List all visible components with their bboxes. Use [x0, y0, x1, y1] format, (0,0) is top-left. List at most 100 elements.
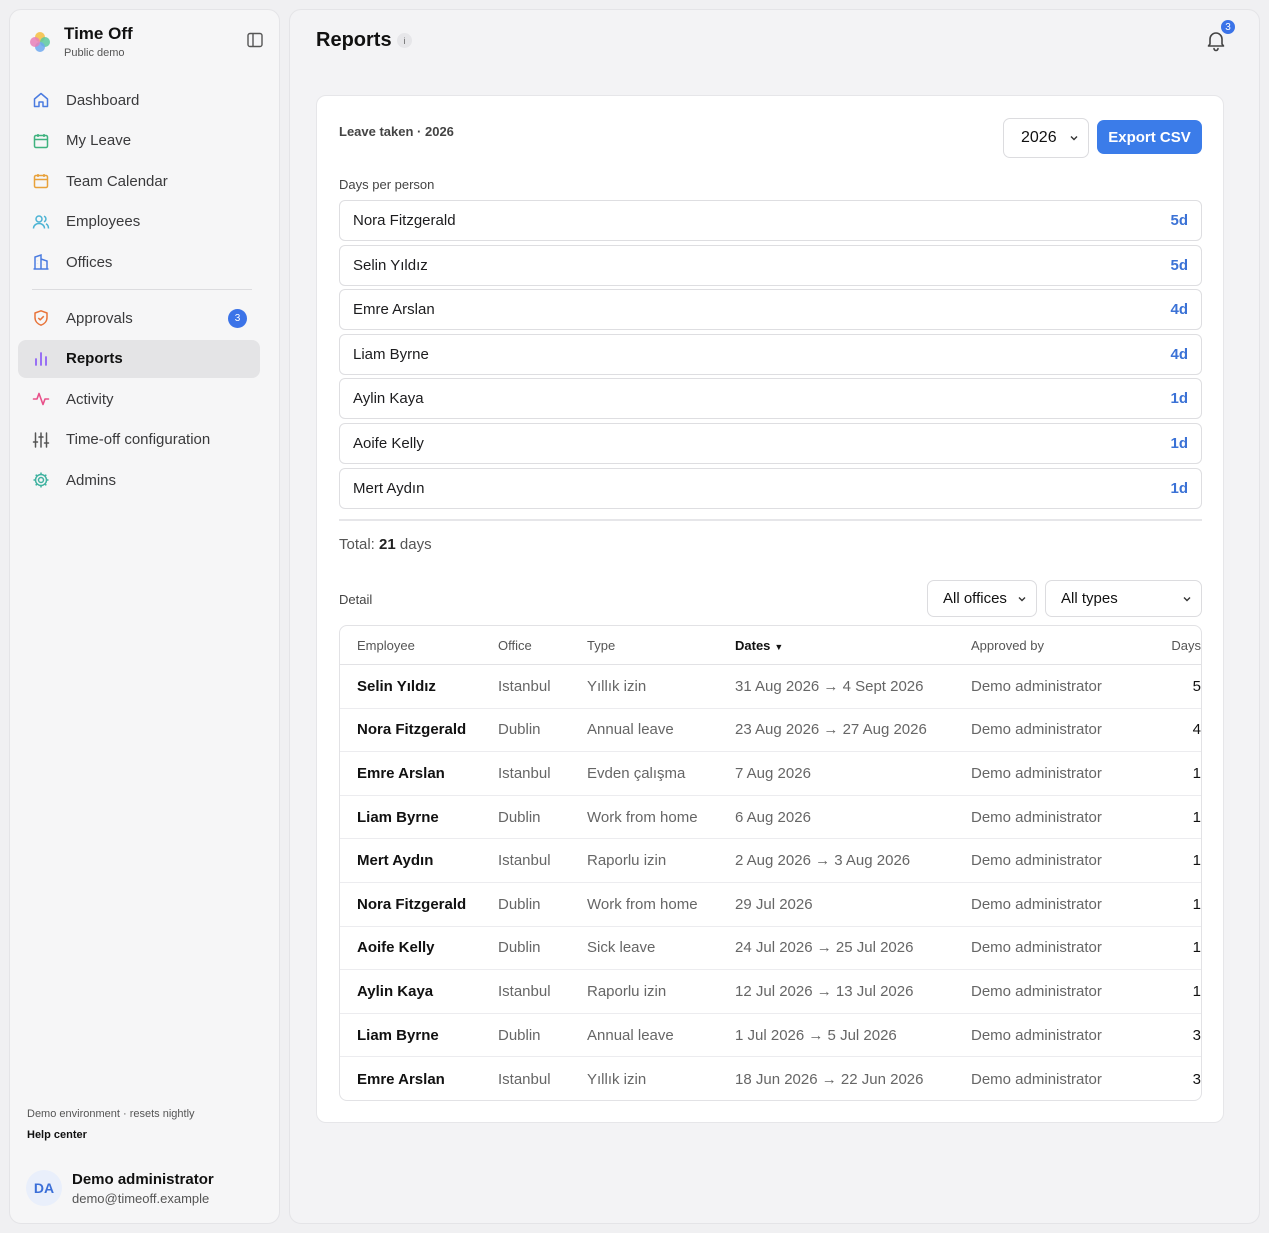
- col-dates-label: Dates: [735, 637, 771, 653]
- sidebar-item-admins[interactable]: Admins: [18, 461, 260, 499]
- sidebar-item-team-calendar[interactable]: Team Calendar: [18, 162, 260, 200]
- table-row[interactable]: Liam Byrne Dublin Work from home 6 Aug 2…: [340, 796, 1201, 840]
- table-row[interactable]: Nora Fitzgerald Dublin Work from home 29…: [340, 883, 1201, 927]
- detail-label: Detail: [339, 592, 373, 607]
- cell-dates: 29 Jul 2026: [735, 895, 813, 913]
- cell-type: Raporlu izin: [587, 982, 667, 1000]
- person-name: Nora Fitzgerald: [353, 212, 456, 229]
- user-profile[interactable]: DA Demo administrator demo@timeoff.examp…: [26, 1170, 214, 1206]
- person-name: Liam Byrne: [353, 345, 429, 363]
- cell-approved-by: Demo administrator: [971, 852, 1102, 870]
- user-name: Demo administrator: [72, 1170, 214, 1188]
- cell-employee: Nora Fitzgerald: [357, 721, 467, 739]
- sidebar-item-employees[interactable]: Employees: [18, 203, 260, 241]
- sidebar-item-label: Offices: [66, 253, 113, 271]
- sidebar-item-approvals[interactable]: Approvals 3: [18, 299, 260, 337]
- person-days: 4d: [1170, 301, 1188, 319]
- nav-separator: [32, 289, 252, 290]
- person-row[interactable]: Liam Byrne 4d: [339, 333, 1202, 375]
- sidebar-item-time-off-configuration[interactable]: Time-off configuration: [18, 421, 260, 459]
- col-type[interactable]: Type: [587, 638, 735, 653]
- sidebar-item-offices[interactable]: Offices: [18, 243, 260, 281]
- sidebar-item-reports[interactable]: Reports: [18, 339, 260, 378]
- col-dates[interactable]: Dates ▼: [735, 638, 971, 653]
- person-row[interactable]: Mert Aydın 1d: [339, 467, 1202, 509]
- col-employee[interactable]: Employee: [340, 638, 498, 653]
- cell-office: Dublin: [498, 939, 541, 957]
- info-icon[interactable]: i: [397, 33, 412, 48]
- users-icon: [32, 213, 50, 231]
- export-csv-button[interactable]: Export CSV: [1097, 120, 1202, 154]
- cell-type: Yıllık izin: [587, 1070, 647, 1088]
- person-row[interactable]: Nora Fitzgerald 5d: [339, 200, 1202, 241]
- chevron-down-icon: [1183, 597, 1191, 602]
- cell-approved-by: Demo administrator: [971, 764, 1102, 782]
- sidebar-item-my-leave[interactable]: My Leave: [18, 122, 260, 160]
- cell-approved-by: Demo administrator: [971, 677, 1102, 695]
- cell-employee: Liam Byrne: [357, 808, 439, 826]
- report-heading: Leave taken · 2026: [339, 124, 454, 139]
- person-days: 4d: [1170, 345, 1188, 363]
- sidebar-item-label: Dashboard: [66, 91, 140, 109]
- cell-days: 3: [1192, 1026, 1201, 1044]
- table-row[interactable]: Aylin Kaya Istanbul Raporlu izin 12 Jul …: [340, 970, 1201, 1014]
- calendar-icon: [32, 132, 50, 150]
- cell-type: Work from home: [587, 808, 698, 826]
- table-row[interactable]: Selin Yıldız Istanbul Yıllık izin 31 Aug…: [340, 665, 1201, 709]
- cell-days: 4: [1192, 721, 1201, 739]
- col-approved-by[interactable]: Approved by: [971, 638, 1141, 653]
- brand[interactable]: Time Off Public demo: [28, 24, 133, 59]
- sidebar-item-activity[interactable]: Activity: [18, 380, 260, 418]
- app-subtitle: Public demo: [64, 47, 125, 59]
- table-row[interactable]: Liam Byrne Dublin Annual leave 1 Jul 202…: [340, 1014, 1201, 1058]
- approvals-count-badge: 3: [228, 308, 247, 328]
- person-row[interactable]: Emre Arslan 4d: [339, 289, 1202, 331]
- cell-employee: Mert Aydın: [357, 852, 434, 870]
- cell-approved-by: Demo administrator: [971, 939, 1102, 957]
- cell-type: Annual leave: [587, 721, 674, 739]
- main-content: Reports i 3 Leave taken · 2026 2026 Expo…: [289, 9, 1260, 1224]
- table-header: Employee Office Type Dates ▼ Approved by …: [340, 626, 1201, 665]
- cell-days: 1: [1192, 982, 1201, 1000]
- cell-approved-by: Demo administrator: [971, 982, 1102, 1000]
- notification-badge: 3: [1219, 18, 1237, 36]
- total-value: 21: [379, 536, 396, 553]
- cell-days: 1: [1192, 852, 1201, 870]
- chevron-down-icon: [1018, 597, 1026, 602]
- app-title: Time Off: [64, 24, 133, 43]
- type-filter[interactable]: All types: [1045, 580, 1202, 617]
- office-filter[interactable]: All offices: [927, 580, 1037, 617]
- table-row[interactable]: Mert Aydın Istanbul Raporlu izin 2 Aug 2…: [340, 839, 1201, 883]
- cell-employee: Emre Arslan: [357, 1070, 445, 1088]
- total-prefix: Total:: [339, 536, 375, 553]
- cell-type: Raporlu izin: [587, 852, 667, 870]
- person-row[interactable]: Aylin Kaya 1d: [339, 378, 1202, 420]
- logo-icon: [30, 31, 50, 52]
- building-icon: [32, 253, 50, 271]
- sort-desc-icon: ▼: [774, 641, 784, 652]
- help-center-link[interactable]: Help center: [27, 1129, 87, 1141]
- table-row[interactable]: Aoife Kelly Dublin Sick leave 24 Jul 202…: [340, 927, 1201, 971]
- person-name: Selin Yıldız: [353, 256, 428, 274]
- table-row[interactable]: Emre Arslan Istanbul Evden çalışma 7 Aug…: [340, 752, 1201, 796]
- cell-employee: Aoife Kelly: [357, 939, 435, 957]
- person-name: Emre Arslan: [353, 301, 435, 319]
- cell-office: Dublin: [498, 895, 541, 913]
- sidebar-item-dashboard[interactable]: Dashboard: [18, 81, 260, 119]
- cell-employee: Emre Arslan: [357, 764, 445, 782]
- report-card: Leave taken · 2026 2026 Export CSV Days …: [316, 95, 1224, 1123]
- sidebar-toggle-icon[interactable]: [246, 31, 264, 49]
- year-select[interactable]: 2026: [1003, 118, 1089, 158]
- person-row[interactable]: Aoife Kelly 1d: [339, 422, 1202, 464]
- table-row[interactable]: Nora Fitzgerald Dublin Annual leave 23 A…: [340, 709, 1201, 753]
- cell-approved-by: Demo administrator: [971, 895, 1102, 913]
- col-days[interactable]: Days: [1141, 638, 1201, 653]
- table-row[interactable]: Emre Arslan Istanbul Yıllık izin 18 Jun …: [340, 1057, 1201, 1100]
- sidebar-item-label: Approvals: [66, 309, 133, 327]
- person-row[interactable]: Selin Yıldız 5d: [339, 244, 1202, 286]
- cell-dates: 24 Jul 2026 → 25 Jul 2026: [735, 939, 914, 957]
- cell-dates: 6 Aug 2026: [735, 808, 811, 826]
- cell-type: Annual leave: [587, 1026, 674, 1044]
- person-list: Nora Fitzgerald 5d Selin Yıldız 5d Emre Ar…: [339, 200, 1202, 512]
- col-office[interactable]: Office: [498, 638, 587, 653]
